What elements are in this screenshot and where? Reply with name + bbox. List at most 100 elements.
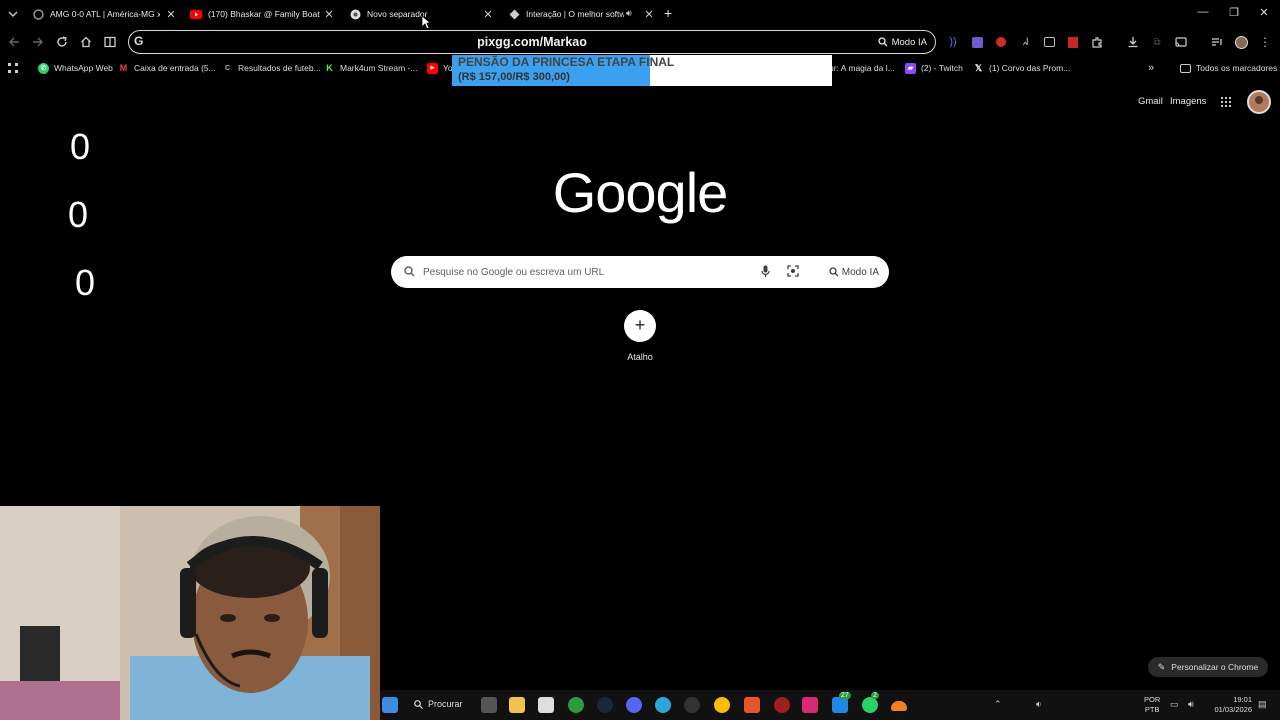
bookmark-twitch[interactable]: ▰ (2) - Twitch (905, 60, 963, 76)
language-top: POR (1144, 695, 1161, 704)
tab-amg[interactable]: AMG 0-0 ATL | América-MG x A ✕ (32, 2, 178, 26)
bookmark-mark4um[interactable]: K Mark4um Stream -... (324, 60, 417, 76)
language-indicator[interactable]: POR PTB (1144, 695, 1160, 715)
microphone-icon[interactable] (761, 265, 770, 278)
reload-icon[interactable] (53, 33, 71, 51)
obs-icon[interactable] (684, 697, 700, 713)
bookmark-whatsapp[interactable]: ✆ WhatsApp Web (38, 60, 113, 76)
counter-value: 0 (75, 262, 96, 303)
menu-icon[interactable]: ⋮ (1256, 33, 1274, 51)
app-red-icon[interactable] (774, 697, 790, 713)
profile-avatar[interactable] (1232, 33, 1250, 51)
bookmark-label: WhatsApp Web (54, 63, 113, 73)
toolbar: G pixgg.com/Markao Modo IA )) ᖽ ⧉ ⋮ (0, 28, 1280, 56)
bookmark-label: Caixa de entrada (5... (134, 63, 216, 73)
taskbar-search-button[interactable]: Procurar (414, 699, 463, 709)
tab-search-icon[interactable] (6, 7, 20, 21)
discord-icon[interactable] (626, 697, 642, 713)
close-icon[interactable]: ✕ (164, 8, 178, 21)
extension-box-icon[interactable] (1040, 33, 1058, 51)
all-bookmarks-label: Todos os marcadores (1196, 63, 1278, 73)
all-bookmarks-folder[interactable]: Todos os marcadores (1180, 60, 1277, 76)
forward-icon[interactable] (29, 33, 47, 51)
tab-youtube[interactable]: (170) Bhaskar @ Family Boat Sc ✕ (190, 2, 336, 26)
volume-tray-icon[interactable]: 🔉︎ (1036, 699, 1042, 710)
maximize-button[interactable]: ❐ (1226, 6, 1242, 19)
bookmark-futebol[interactable]: C Resultados de futeb... (222, 60, 321, 76)
close-icon[interactable]: ✕ (642, 8, 656, 21)
tab-title: AMG 0-0 ATL | América-MG x A (50, 9, 160, 19)
speaker-icon[interactable]: 🔊︎ (626, 8, 632, 19)
account-avatar[interactable] (1247, 90, 1271, 114)
tab-interacao[interactable]: Interação | O melhor softw 🔊︎ ✕ (508, 2, 656, 26)
windows-start-icon[interactable] (382, 697, 398, 713)
bookmark-label: ur: A magia da l... (829, 63, 895, 73)
site-icon (508, 8, 520, 20)
apps-icon[interactable] (7, 60, 19, 76)
download-icon[interactable] (1124, 33, 1142, 51)
close-window-button[interactable]: ✕ (1256, 6, 1272, 19)
edge-icon[interactable] (655, 697, 671, 713)
extension-red-square-icon[interactable] (1064, 33, 1082, 51)
close-icon[interactable]: ✕ (481, 8, 495, 21)
file-explorer-icon[interactable] (509, 697, 525, 713)
minimize-button[interactable]: — (1195, 6, 1211, 18)
instagram-icon[interactable] (802, 697, 818, 713)
lens-icon[interactable] (787, 265, 799, 277)
task-view-icon[interactable] (481, 697, 497, 713)
back-icon[interactable] (5, 33, 23, 51)
media-controls-icon[interactable] (1208, 33, 1226, 51)
search-icon (414, 699, 423, 709)
bookmark-label: Mark4um Stream -... (340, 63, 418, 73)
ai-mode-button[interactable]: Modo IA (829, 262, 879, 282)
tray-expand-icon[interactable]: ⌃ (994, 699, 1002, 710)
extension-wave-icon[interactable]: )) (944, 33, 962, 51)
steam-icon[interactable] (597, 697, 613, 713)
images-link[interactable]: Imagens (1170, 96, 1206, 107)
new-tab-button[interactable]: + (664, 5, 672, 21)
network-icon[interactable]: ▭ (1170, 699, 1179, 710)
pencil-icon: ✎ (1157, 661, 1166, 672)
xbox-icon[interactable] (568, 697, 584, 713)
tab-title: (170) Bhaskar @ Family Boat Sc (208, 9, 320, 19)
bookmark-x[interactable]: 𝕏 (1) Corvo das Prom... (973, 60, 1070, 76)
search-box[interactable]: Modo IA (391, 256, 889, 288)
whatsapp-taskbar-icon[interactable] (862, 697, 878, 713)
donation-goal-amount: (R$ 157,00/R$ 300,00) (458, 71, 570, 83)
notifications-icon[interactable]: ▤ (1258, 699, 1267, 710)
language-bottom: PTB (1144, 705, 1160, 714)
extension-red-icon[interactable] (992, 33, 1010, 51)
cast-icon[interactable] (1172, 33, 1190, 51)
speaker-icon[interactable]: 🔊︎ (1188, 699, 1194, 710)
app-orange-icon[interactable] (744, 697, 760, 713)
search-input[interactable] (423, 256, 753, 288)
bookmark-gmail[interactable]: M Caixa de entrada (5... (118, 60, 216, 76)
ai-search-icon (877, 37, 888, 47)
clock-time: 19:01 (1233, 695, 1252, 704)
chrome-taskbar-icon[interactable] (714, 697, 730, 713)
youtube-icon: ▶ (427, 62, 438, 74)
notification-badge: 2 (871, 692, 879, 699)
add-shortcut-button[interactable]: + (624, 310, 656, 342)
cloud-icon[interactable] (891, 701, 907, 711)
customize-chrome-button[interactable]: ✎ Personalizar o Chrome (1148, 657, 1268, 677)
app-blue-icon[interactable] (832, 697, 848, 713)
address-bar[interactable]: G pixgg.com/Markao Modo IA (128, 30, 936, 54)
omnibox-ai-mode-button[interactable]: Modo IA (877, 34, 927, 50)
donation-goal-title: PENSÃO DA PRINCESA ETAPA FINAL (458, 55, 675, 69)
tab-title: Interação | O melhor softw (526, 9, 624, 19)
bookmark-magia[interactable]: ur: A magia da l... (829, 60, 895, 76)
extension-k-icon[interactable]: ᖽ (1016, 33, 1034, 51)
translate-icon[interactable]: ⧉ (1148, 33, 1166, 51)
more-bookmarks-icon[interactable]: » (1148, 60, 1154, 76)
close-icon[interactable]: ✕ (322, 8, 336, 21)
side-panel-icon[interactable] (101, 33, 119, 51)
extensions-puzzle-icon[interactable] (1088, 33, 1106, 51)
clock[interactable]: 19:01 01/03/2026 (1210, 695, 1252, 715)
store-icon[interactable] (538, 697, 554, 713)
gmail-link[interactable]: Gmail (1138, 96, 1163, 107)
extension-shield-icon[interactable] (968, 33, 986, 51)
gmail-icon: M (119, 63, 128, 73)
home-icon[interactable] (77, 33, 95, 51)
google-apps-icon[interactable] (1220, 96, 1232, 108)
